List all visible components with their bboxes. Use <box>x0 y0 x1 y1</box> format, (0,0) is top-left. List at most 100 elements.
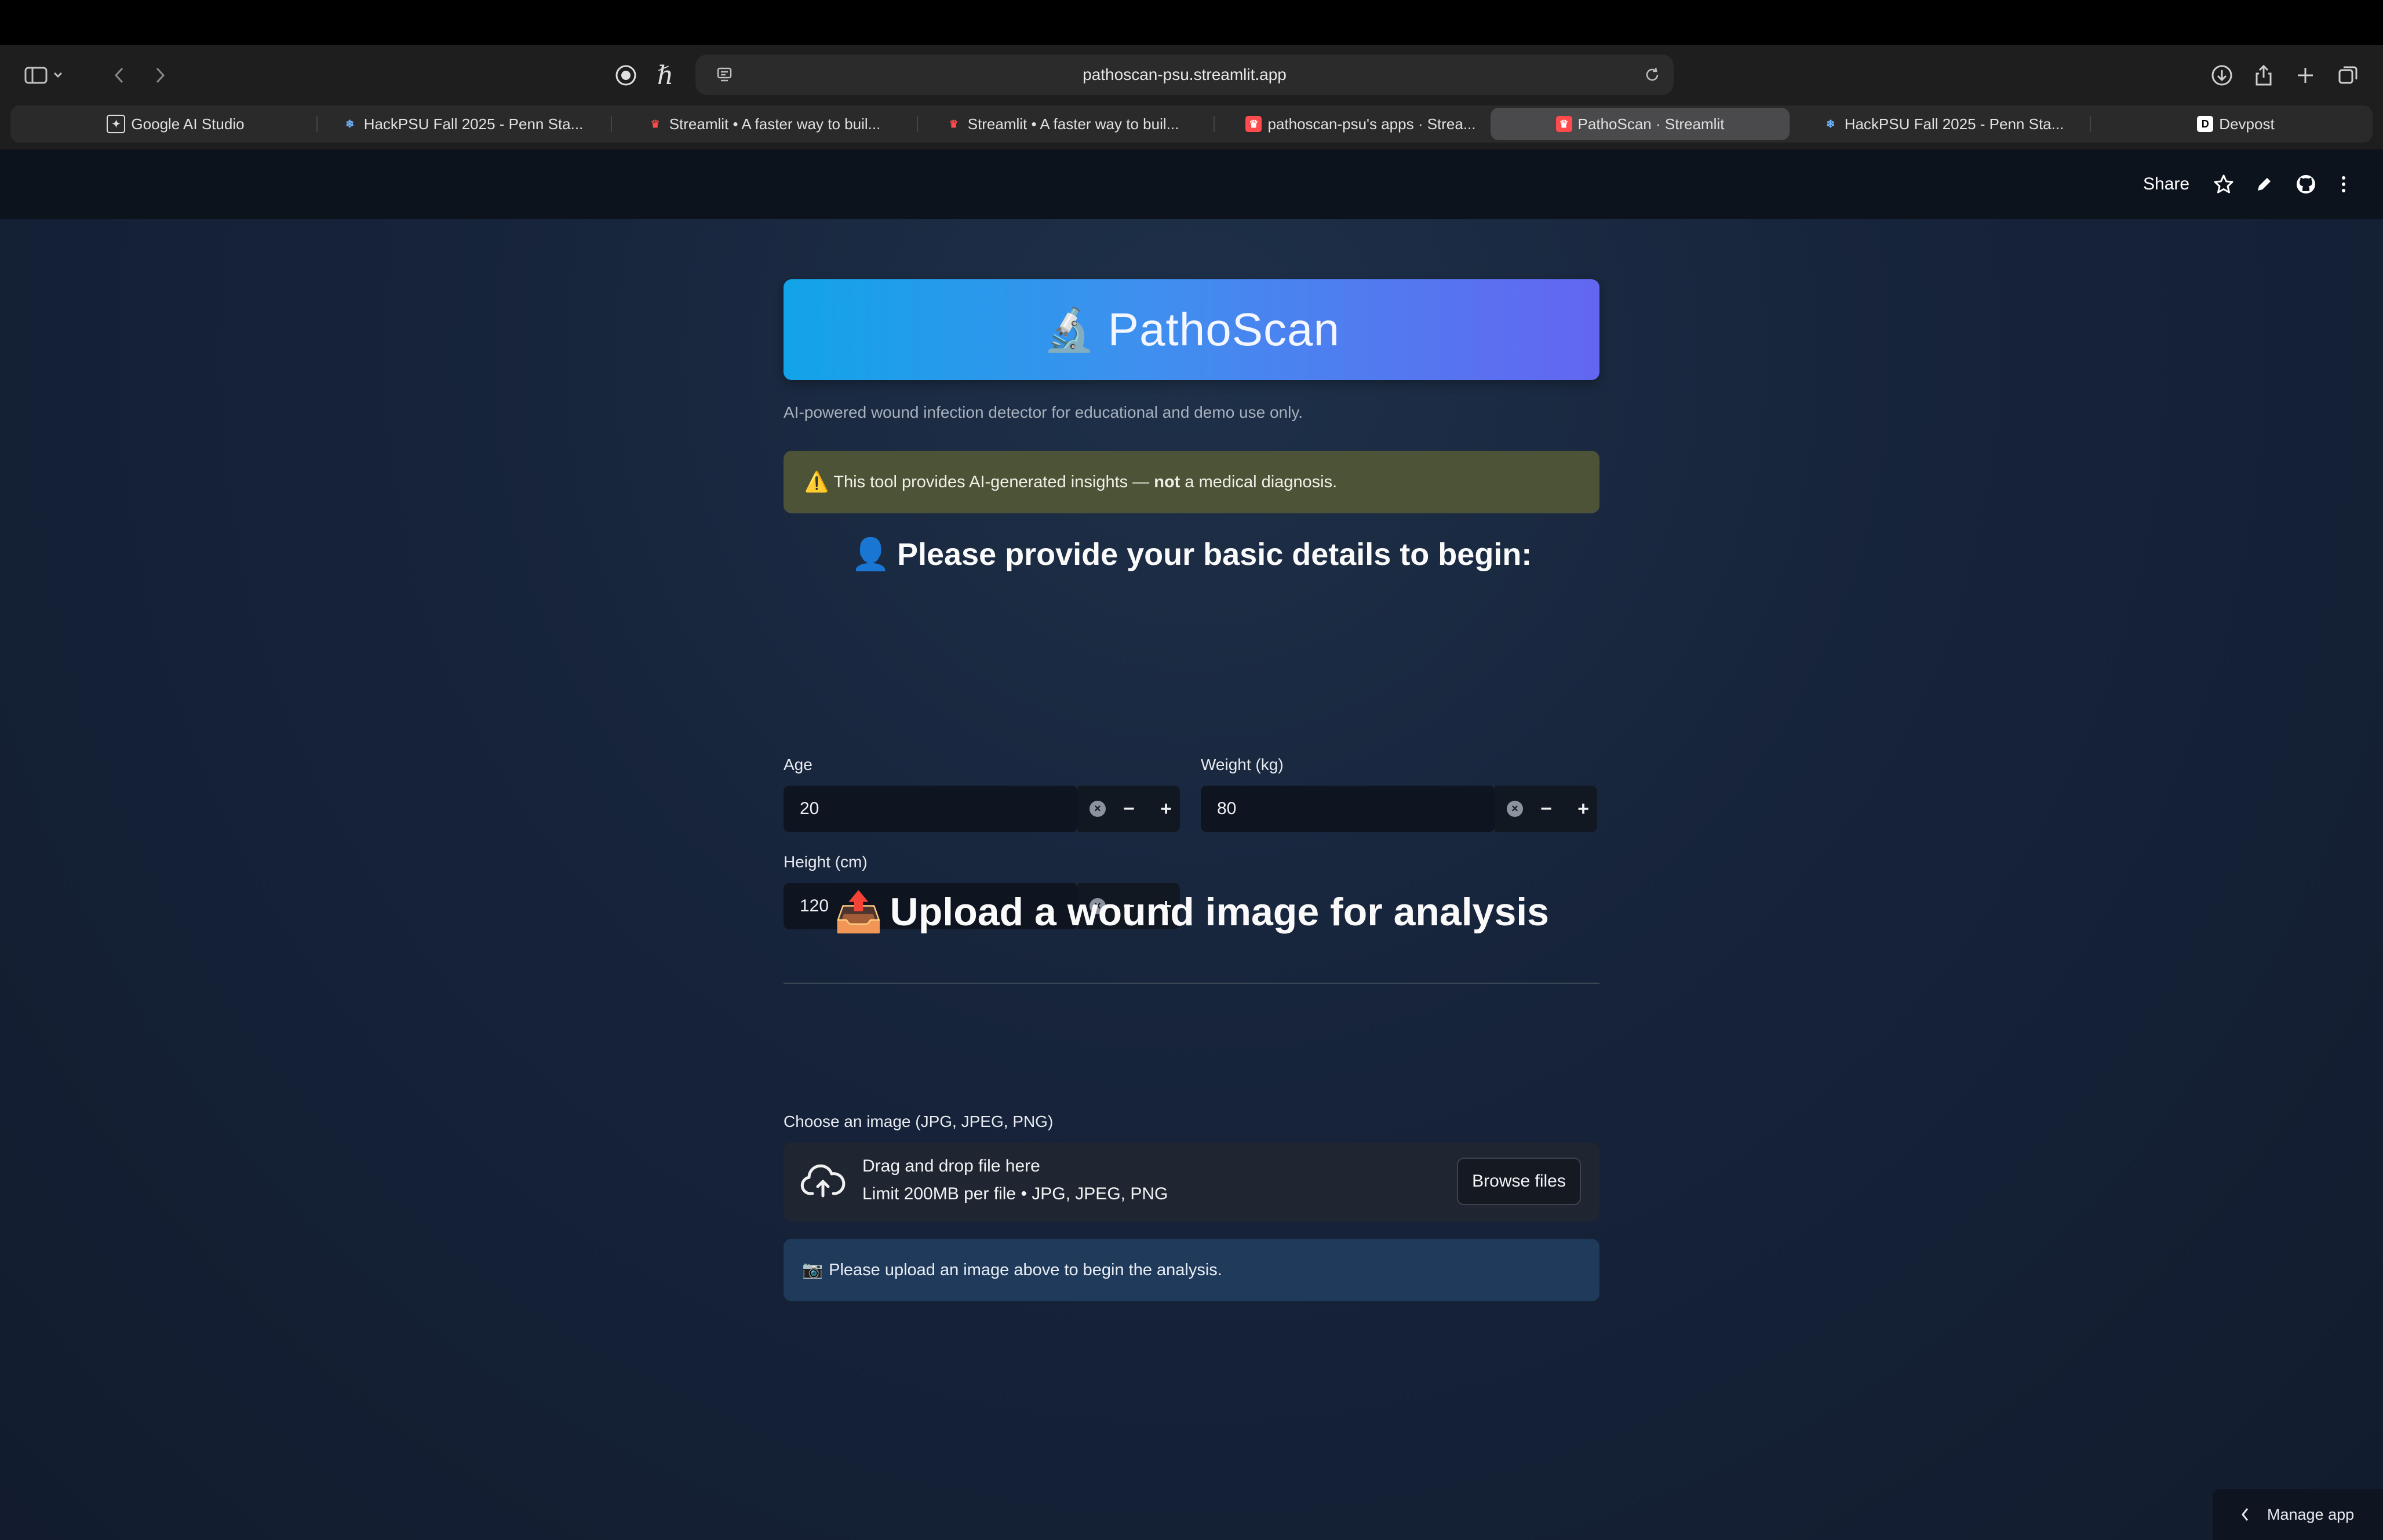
os-menu-bar <box>0 0 2383 45</box>
app-title: PathoScan <box>1107 304 1340 355</box>
weight-increment-button[interactable]: + <box>1566 786 1601 832</box>
star-icon <box>2214 174 2233 194</box>
disclaimer-alert: ⚠️ This tool provides AI-generated insig… <box>784 451 1599 513</box>
tab-label: Streamlit • A faster way to buil... <box>669 115 881 133</box>
camera-icon: 📷 <box>802 1261 824 1279</box>
downloads-button[interactable] <box>2207 60 2237 90</box>
tab-separator <box>316 116 318 132</box>
tab-separator <box>917 116 918 132</box>
share-icon <box>2256 64 2272 86</box>
outbox-icon: 📤 <box>833 890 883 934</box>
devpost-icon: D <box>2197 116 2214 132</box>
weight-number-input: 80 × − + <box>1201 786 1597 832</box>
reload-icon[interactable] <box>1644 66 1661 83</box>
h-extension-icon: ℏ <box>657 60 674 90</box>
tab-pathoscan-apps[interactable]: ♛ pathoscan-psu's apps · Strea... <box>1222 108 1500 140</box>
age-decrement-button[interactable]: − <box>1112 786 1146 832</box>
url-text: pathoscan-psu.streamlit.app <box>1083 65 1287 83</box>
clear-icon[interactable]: × <box>1090 801 1106 817</box>
info-text: Please upload an image above to begin th… <box>829 1260 1222 1279</box>
tab-hackpsu[interactable]: ❄ HackPSU Fall 2025 - Penn Sta... <box>326 108 599 140</box>
back-button[interactable] <box>104 60 134 90</box>
tab-label: HackPSU Fall 2025 - Penn Sta... <box>1844 115 2064 133</box>
weight-input[interactable]: 80 <box>1201 786 1495 832</box>
download-icon <box>2211 65 2232 86</box>
manage-app-button[interactable]: Manage app <box>2213 1489 2383 1540</box>
chevron-left-icon <box>2242 1508 2249 1521</box>
manage-app-label: Manage app <box>2267 1505 2355 1523</box>
hackpsu-icon: ❄ <box>345 118 355 130</box>
edit-button[interactable] <box>2254 149 2274 219</box>
new-tab-button[interactable] <box>2290 60 2320 90</box>
details-heading: 👤 Please provide your basic details to be… <box>851 537 1532 572</box>
forward-button[interactable] <box>145 60 175 90</box>
address-bar[interactable]: pathoscan-psu.streamlit.app <box>695 54 1674 95</box>
tab-google-ai-studio[interactable]: ✦ Google AI Studio <box>45 108 306 140</box>
dropzone-instruction: Drag and drop file here <box>862 1156 1040 1176</box>
age-input[interactable]: 20 <box>784 786 1078 832</box>
tab-label: PathoScan · Streamlit <box>1577 115 1725 133</box>
hackpsu-icon: ❄ <box>1826 118 1835 130</box>
extension-button[interactable] <box>610 61 642 89</box>
tab-label: pathoscan-psu's apps · Strea... <box>1267 115 1476 133</box>
share-label: Share <box>2143 174 2190 194</box>
ai-studio-icon: ✦ <box>107 115 126 133</box>
extension-button[interactable]: ℏ <box>649 60 682 90</box>
target-icon <box>615 65 636 86</box>
tab-separator <box>2090 116 2091 132</box>
chevron-right-icon <box>156 67 165 83</box>
hero-banner: 🔬 PathoScan <box>784 279 1599 380</box>
github-button[interactable] <box>2295 149 2317 219</box>
pencil-icon <box>2258 178 2271 191</box>
plus-icon <box>2298 68 2313 83</box>
age-label: Age <box>784 756 812 773</box>
tab-hackpsu-2[interactable]: ❄ HackPSU Fall 2025 - Penn Sta... <box>1807 108 2079 140</box>
warning-icon: ⚠️ <box>804 471 829 493</box>
person-icon: 👤 <box>851 537 890 572</box>
streamlit-app: Share 🔬 PathoScan AI-powered wound infec… <box>0 149 2383 1540</box>
main-menu-button[interactable] <box>2339 149 2348 219</box>
share-button[interactable]: Share <box>2143 149 2189 219</box>
github-icon <box>2297 175 2315 194</box>
tab-streamlit-2[interactable]: ♛ Streamlit • A faster way to buil... <box>920 108 1204 140</box>
tab-streamlit-1[interactable]: ♛ Streamlit • A faster way to buil... <box>622 108 906 140</box>
tab-overview-button[interactable] <box>2333 60 2363 90</box>
age-increment-button[interactable]: + <box>1149 786 1183 832</box>
streamlit-icon: ♛ <box>949 118 959 130</box>
height-label: Height (cm) <box>784 853 868 871</box>
streamlit-icon: ♛ <box>650 118 660 130</box>
app-header: Share <box>0 149 2383 219</box>
tab-devpost[interactable]: D Devpost <box>2120 108 2352 140</box>
upload-heading: 📤 Upload a wound image for analysis <box>833 890 1549 934</box>
tab-label: HackPSU Fall 2025 - Penn Sta... <box>363 115 584 133</box>
disclaimer-text: This tool provides AI-generated insights… <box>833 472 1338 491</box>
tab-label: Streamlit • A faster way to buil... <box>967 115 1179 133</box>
browse-files-button[interactable]: Browse files <box>1457 1158 1581 1205</box>
file-dropzone[interactable]: Drag and drop file here Limit 200MB per … <box>784 1143 1599 1221</box>
weight-controls: × − + <box>1495 786 1597 832</box>
sidebar-toggle-button[interactable] <box>16 60 74 90</box>
weight-decrement-button[interactable]: − <box>1529 786 1564 832</box>
upload-label: Choose an image (JPG, JPEG, PNG) <box>784 1112 1054 1130</box>
tab-separator <box>611 116 612 132</box>
dropzone-limit: Limit 200MB per file • JPG, JPEG, PNG <box>862 1184 1168 1203</box>
tab-separator <box>1214 116 1215 132</box>
streamlit-icon: ♛ <box>1555 116 1572 132</box>
tab-bar: ✦ Google AI Studio ❄ HackPSU Fall 2025 -… <box>10 105 2373 143</box>
browser-chrome: ℏ pathoscan-psu.streamlit.app ✦ Google A… <box>0 45 2383 149</box>
upload-info-alert: 📷 Please upload an image above to begin … <box>784 1239 1599 1301</box>
tab-pathoscan-active[interactable]: ♛ PathoScan · Streamlit <box>1491 108 1790 140</box>
sidebar-icon <box>24 67 63 84</box>
age-controls: × − + <box>1078 786 1180 832</box>
share-page-button[interactable] <box>2249 60 2279 90</box>
favorite-button[interactable] <box>2213 149 2235 219</box>
section-divider <box>784 983 1599 984</box>
browser-toolbar: ℏ pathoscan-psu.streamlit.app <box>0 45 2383 105</box>
streamlit-icon: ♛ <box>1245 116 1262 132</box>
microscope-icon: 🔬 <box>1043 306 1095 353</box>
tab-label: Devpost <box>2219 115 2275 133</box>
clear-icon[interactable]: × <box>1507 801 1523 817</box>
chevron-left-icon <box>114 67 123 83</box>
cloud-upload-icon <box>800 1164 846 1198</box>
age-number-input: 20 × − + <box>784 786 1180 832</box>
